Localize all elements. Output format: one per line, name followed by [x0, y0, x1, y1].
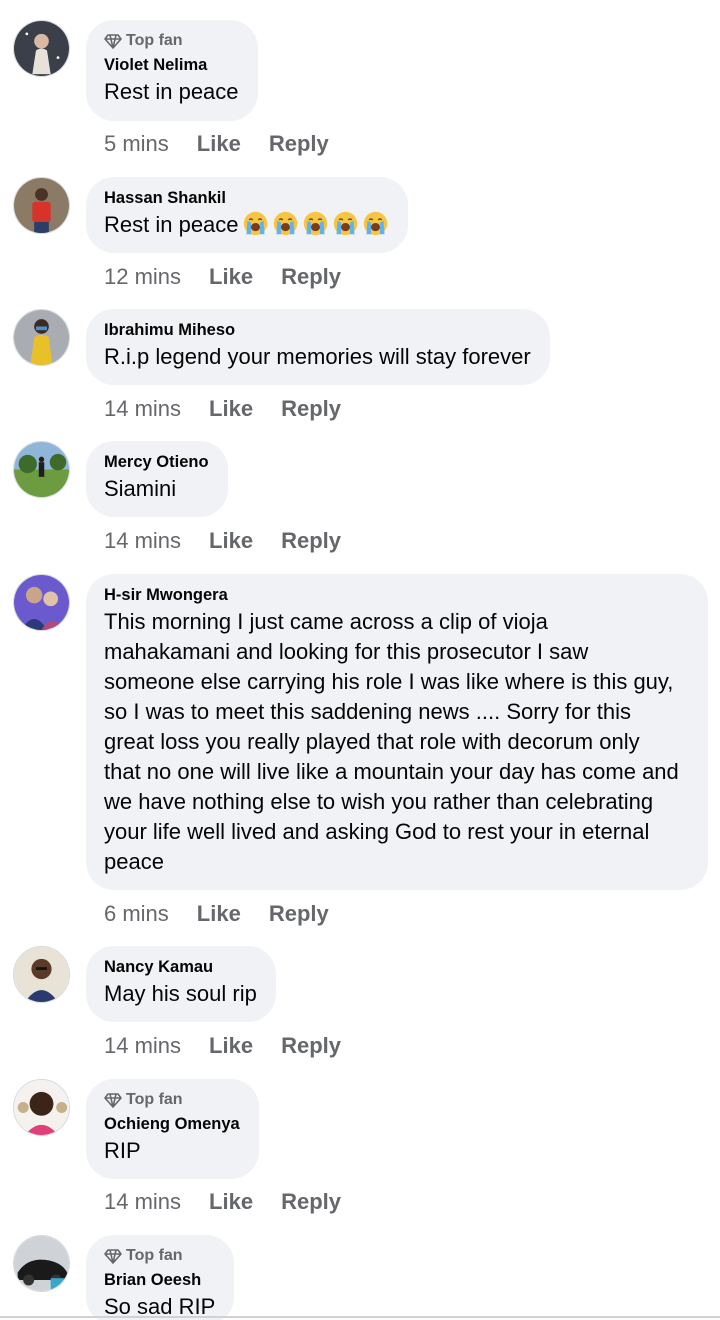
- avatar[interactable]: [13, 20, 70, 77]
- comment-bubble: Top fan Brian Oeesh So sad RIP: [86, 1235, 235, 1320]
- avatar[interactable]: [13, 1079, 70, 1136]
- comment-text: Rest in peace: [104, 210, 389, 240]
- comment-time[interactable]: 14 mins: [104, 1033, 181, 1059]
- comment-text: Siamini: [104, 476, 177, 501]
- like-button[interactable]: Like: [209, 396, 253, 422]
- badge-label: Top fan: [126, 1247, 183, 1264]
- reply-button[interactable]: Reply: [281, 528, 341, 554]
- diamond-icon: [104, 34, 122, 49]
- comment-bubble: Hassan Shankil Rest in peace: [86, 177, 408, 253]
- divider: [0, 1316, 720, 1318]
- reply-button[interactable]: Reply: [269, 131, 329, 157]
- comment-author[interactable]: Brian Oeesh: [104, 1270, 215, 1290]
- loudly-crying-face-icon: [333, 211, 357, 236]
- comment-author[interactable]: Ochieng Omenya: [104, 1114, 240, 1134]
- top-fan-badge: Top fan: [104, 1090, 240, 1110]
- like-button[interactable]: Like: [209, 528, 253, 554]
- reply-button[interactable]: Reply: [281, 1033, 341, 1059]
- diamond-icon: [104, 1093, 122, 1108]
- comment-bubble: Ibrahimu Miheso R.i.p legend your memori…: [86, 309, 550, 385]
- avatar[interactable]: [13, 946, 70, 1003]
- comment-text: This morning I just came across a clip o…: [104, 609, 679, 874]
- comment-text: RIP: [104, 1138, 141, 1163]
- comment-actions: 14 mins Like Reply: [104, 1033, 341, 1059]
- comment-actions: 14 mins Like Reply: [104, 1189, 341, 1215]
- comment-bubble: Top fan Violet Nelima Rest in peace: [86, 20, 258, 121]
- top-fan-badge: Top fan: [104, 31, 239, 51]
- comment-time[interactable]: 5 mins: [104, 131, 169, 157]
- comment-text: May his soul rip: [104, 981, 257, 1006]
- comment-author[interactable]: Violet Nelima: [104, 55, 239, 75]
- loudly-crying-face-icon: [363, 211, 387, 236]
- reply-button[interactable]: Reply: [281, 264, 341, 290]
- reply-button[interactable]: Reply: [269, 901, 329, 927]
- comment-time[interactable]: 14 mins: [104, 396, 181, 422]
- avatar[interactable]: [13, 574, 70, 631]
- diamond-icon: [104, 1249, 122, 1264]
- comment-time[interactable]: 14 mins: [104, 1189, 181, 1215]
- reply-button[interactable]: Reply: [281, 396, 341, 422]
- comment-actions: 5 mins Like Reply: [104, 131, 329, 157]
- like-button[interactable]: Like: [197, 901, 241, 927]
- comment-text-content: Rest in peace: [104, 212, 239, 237]
- avatar[interactable]: [13, 441, 70, 498]
- comment-bubble: Top fan Ochieng Omenya RIP: [86, 1079, 259, 1179]
- avatar[interactable]: [13, 1235, 70, 1292]
- comment-author[interactable]: Nancy Kamau: [104, 957, 257, 977]
- comment-time[interactable]: 12 mins: [104, 264, 181, 290]
- comment-time[interactable]: 14 mins: [104, 528, 181, 554]
- top-fan-badge: Top fan: [104, 1246, 215, 1266]
- comment-bubble: Mercy Otieno Siamini: [86, 441, 228, 517]
- emoji-row: [239, 211, 389, 237]
- comment-text: R.i.p legend your memories will stay for…: [104, 344, 531, 369]
- comment-actions: 12 mins Like Reply: [104, 264, 341, 290]
- avatar[interactable]: [13, 177, 70, 234]
- comment-bubble: H-sir Mwongera This morning I just came …: [86, 574, 708, 890]
- badge-label: Top fan: [126, 1091, 183, 1108]
- comment-actions: 6 mins Like Reply: [104, 901, 329, 927]
- comment-author[interactable]: Ibrahimu Miheso: [104, 320, 531, 340]
- comment-actions: 14 mins Like Reply: [104, 396, 341, 422]
- like-button[interactable]: Like: [209, 1033, 253, 1059]
- loudly-crying-face-icon: [273, 211, 297, 236]
- loudly-crying-face-icon: [303, 211, 327, 236]
- avatar[interactable]: [13, 309, 70, 366]
- loudly-crying-face-icon: [243, 211, 267, 236]
- like-button[interactable]: Like: [197, 131, 241, 157]
- like-button[interactable]: Like: [209, 264, 253, 290]
- comment-text: Rest in peace: [104, 79, 239, 104]
- reply-button[interactable]: Reply: [281, 1189, 341, 1215]
- badge-label: Top fan: [126, 32, 183, 49]
- comment-time[interactable]: 6 mins: [104, 901, 169, 927]
- comment-author[interactable]: Hassan Shankil: [104, 188, 389, 208]
- like-button[interactable]: Like: [209, 1189, 253, 1215]
- comment-actions: 14 mins Like Reply: [104, 528, 341, 554]
- comment-bubble: Nancy Kamau May his soul rip: [86, 946, 276, 1022]
- comment-feed: Top fan Violet Nelima Rest in peace 5 mi…: [0, 0, 720, 1320]
- comment-author[interactable]: Mercy Otieno: [104, 452, 209, 472]
- comment-author[interactable]: H-sir Mwongera: [104, 585, 689, 605]
